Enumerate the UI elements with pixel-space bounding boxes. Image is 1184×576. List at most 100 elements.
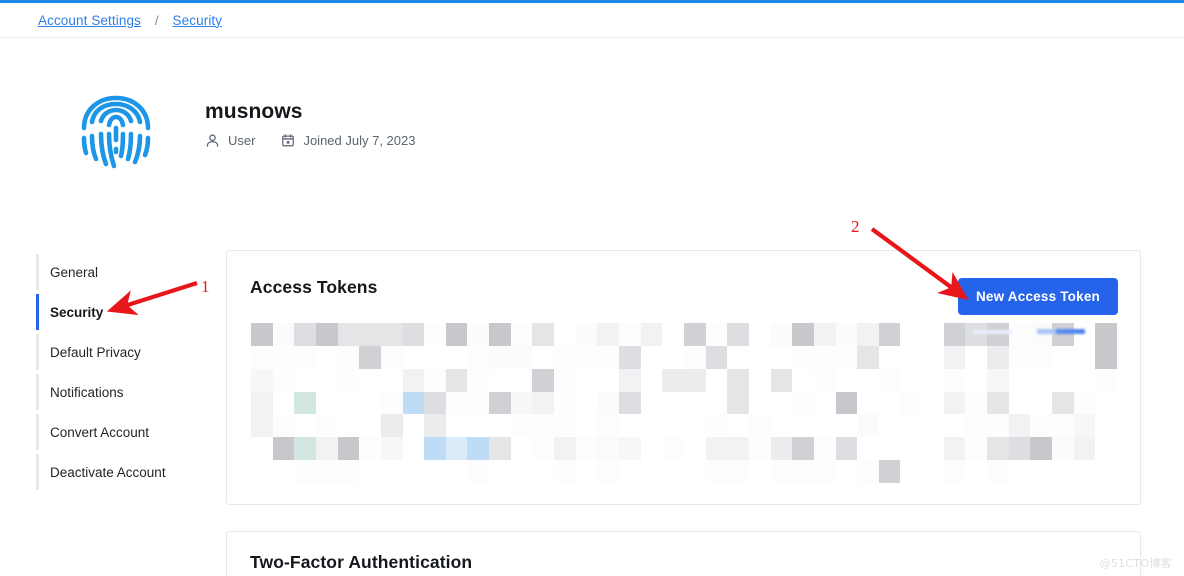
mosaic-cell <box>294 323 316 346</box>
mosaic-cell <box>402 368 425 392</box>
redacted-token-list <box>251 323 1117 483</box>
sidebar-item-default-privacy[interactable]: Default Privacy <box>36 332 206 372</box>
mosaic-cell <box>792 323 814 346</box>
sidebar-indicator <box>36 334 39 370</box>
mosaic-cell <box>294 391 316 415</box>
mosaic-cell <box>683 437 706 461</box>
mosaic-cell <box>878 345 901 369</box>
mosaic-cell <box>489 437 511 461</box>
sidebar-item-label: Default Privacy <box>50 344 141 360</box>
mosaic-cell <box>748 414 771 438</box>
mosaic-cell <box>1073 460 1096 483</box>
mosaic-cell <box>315 391 338 415</box>
mosaic-cell <box>813 368 836 392</box>
sidebar-item-convert-account[interactable]: Convert Account <box>36 412 206 452</box>
mosaic-cell <box>294 345 316 369</box>
breadcrumb-link-account-settings[interactable]: Account Settings <box>38 13 141 28</box>
mosaic-cell <box>359 323 381 346</box>
mosaic-cell <box>965 368 988 392</box>
mosaic-cell <box>1030 345 1053 369</box>
sidebar-item-general[interactable]: General <box>36 252 206 292</box>
mosaic-cell <box>640 323 663 346</box>
mosaic-cell <box>770 414 793 438</box>
mosaic-cell <box>467 368 490 392</box>
mosaic-cell <box>619 437 641 461</box>
mosaic-cell <box>662 323 684 346</box>
mosaic-cell <box>597 391 620 415</box>
mosaic-cell <box>857 414 879 438</box>
breadcrumb-link-security[interactable]: Security <box>173 13 223 28</box>
mosaic-cell <box>337 437 360 461</box>
mosaic-cell <box>532 460 555 483</box>
mosaic-cell <box>272 323 295 346</box>
mosaic-cell <box>1008 414 1031 438</box>
mosaic-cell <box>835 391 858 415</box>
mosaic-cell <box>1095 437 1117 461</box>
mosaic-cell <box>510 323 533 346</box>
mosaic-cell <box>619 460 641 483</box>
mosaic-cell <box>705 323 728 346</box>
mosaic-cell <box>705 345 728 369</box>
mosaic-cell <box>380 345 403 369</box>
sidebar-indicator <box>36 454 39 490</box>
mosaic-cell <box>597 323 620 346</box>
mosaic-cell <box>315 323 338 346</box>
sidebar-item-security[interactable]: Security <box>36 292 206 332</box>
sidebar-item-label: General <box>50 264 99 280</box>
mosaic-cell <box>1073 323 1096 346</box>
mosaic-cell <box>662 368 684 392</box>
mosaic-cell <box>813 391 836 415</box>
mosaic-cell <box>878 437 901 461</box>
mosaic-cell <box>510 437 533 461</box>
mosaic-cell <box>813 323 836 346</box>
mosaic-cell <box>1008 437 1031 461</box>
mosaic-cell <box>748 323 771 346</box>
sidebar-item-notifications[interactable]: Notifications <box>36 372 206 412</box>
mosaic-cell <box>532 437 555 461</box>
mosaic-cell <box>857 323 879 346</box>
mosaic-cell <box>315 437 338 461</box>
mosaic-cell <box>683 414 706 438</box>
mosaic-cell <box>402 345 425 369</box>
mosaic-cell <box>813 437 836 461</box>
sidebar-indicator <box>36 414 39 450</box>
mosaic-cell <box>467 414 490 438</box>
mosaic-cell <box>922 391 944 415</box>
mosaic-cell <box>467 391 490 415</box>
mosaic-cell <box>424 345 446 369</box>
mosaic-cell <box>1030 391 1053 415</box>
mosaic-cell <box>337 345 360 369</box>
mosaic-cell <box>619 345 641 369</box>
mosaic-cell <box>835 368 858 392</box>
mosaic-cell <box>359 391 381 415</box>
new-access-token-button[interactable]: New Access Token <box>957 278 1118 315</box>
mosaic-cell <box>554 345 576 369</box>
mosaic-cell <box>359 368 381 392</box>
mosaic-cell <box>597 368 620 392</box>
mosaic-cell <box>251 323 273 346</box>
mosaic-cell <box>251 460 273 483</box>
mosaic-cell <box>445 323 468 346</box>
mosaic-cell <box>900 323 923 346</box>
mosaic-cell <box>640 460 663 483</box>
mosaic-cell <box>987 414 1009 438</box>
profile-header: musnows User Joined July 7, 2023 <box>78 88 778 188</box>
sidebar-item-deactivate-account[interactable]: Deactivate Account <box>36 452 206 492</box>
mosaic-cell <box>380 368 403 392</box>
mosaic-cell <box>1030 437 1053 461</box>
mosaic-cell <box>922 368 944 392</box>
mosaic-cell <box>943 391 966 415</box>
mosaic-cell <box>662 437 684 461</box>
mosaic-cell <box>770 437 793 461</box>
mosaic-cell <box>835 460 858 483</box>
mosaic-cell <box>359 414 381 438</box>
mosaic-cell <box>597 345 620 369</box>
mosaic-cell <box>662 414 684 438</box>
settings-sidebar: General Security Default Privacy Notific… <box>36 252 206 492</box>
mosaic-cell <box>770 391 793 415</box>
mosaic-cell <box>272 460 295 483</box>
mosaic-cell <box>445 391 468 415</box>
mosaic-cell <box>965 414 988 438</box>
mosaic-cell <box>251 368 273 392</box>
mosaic-cell <box>770 323 793 346</box>
